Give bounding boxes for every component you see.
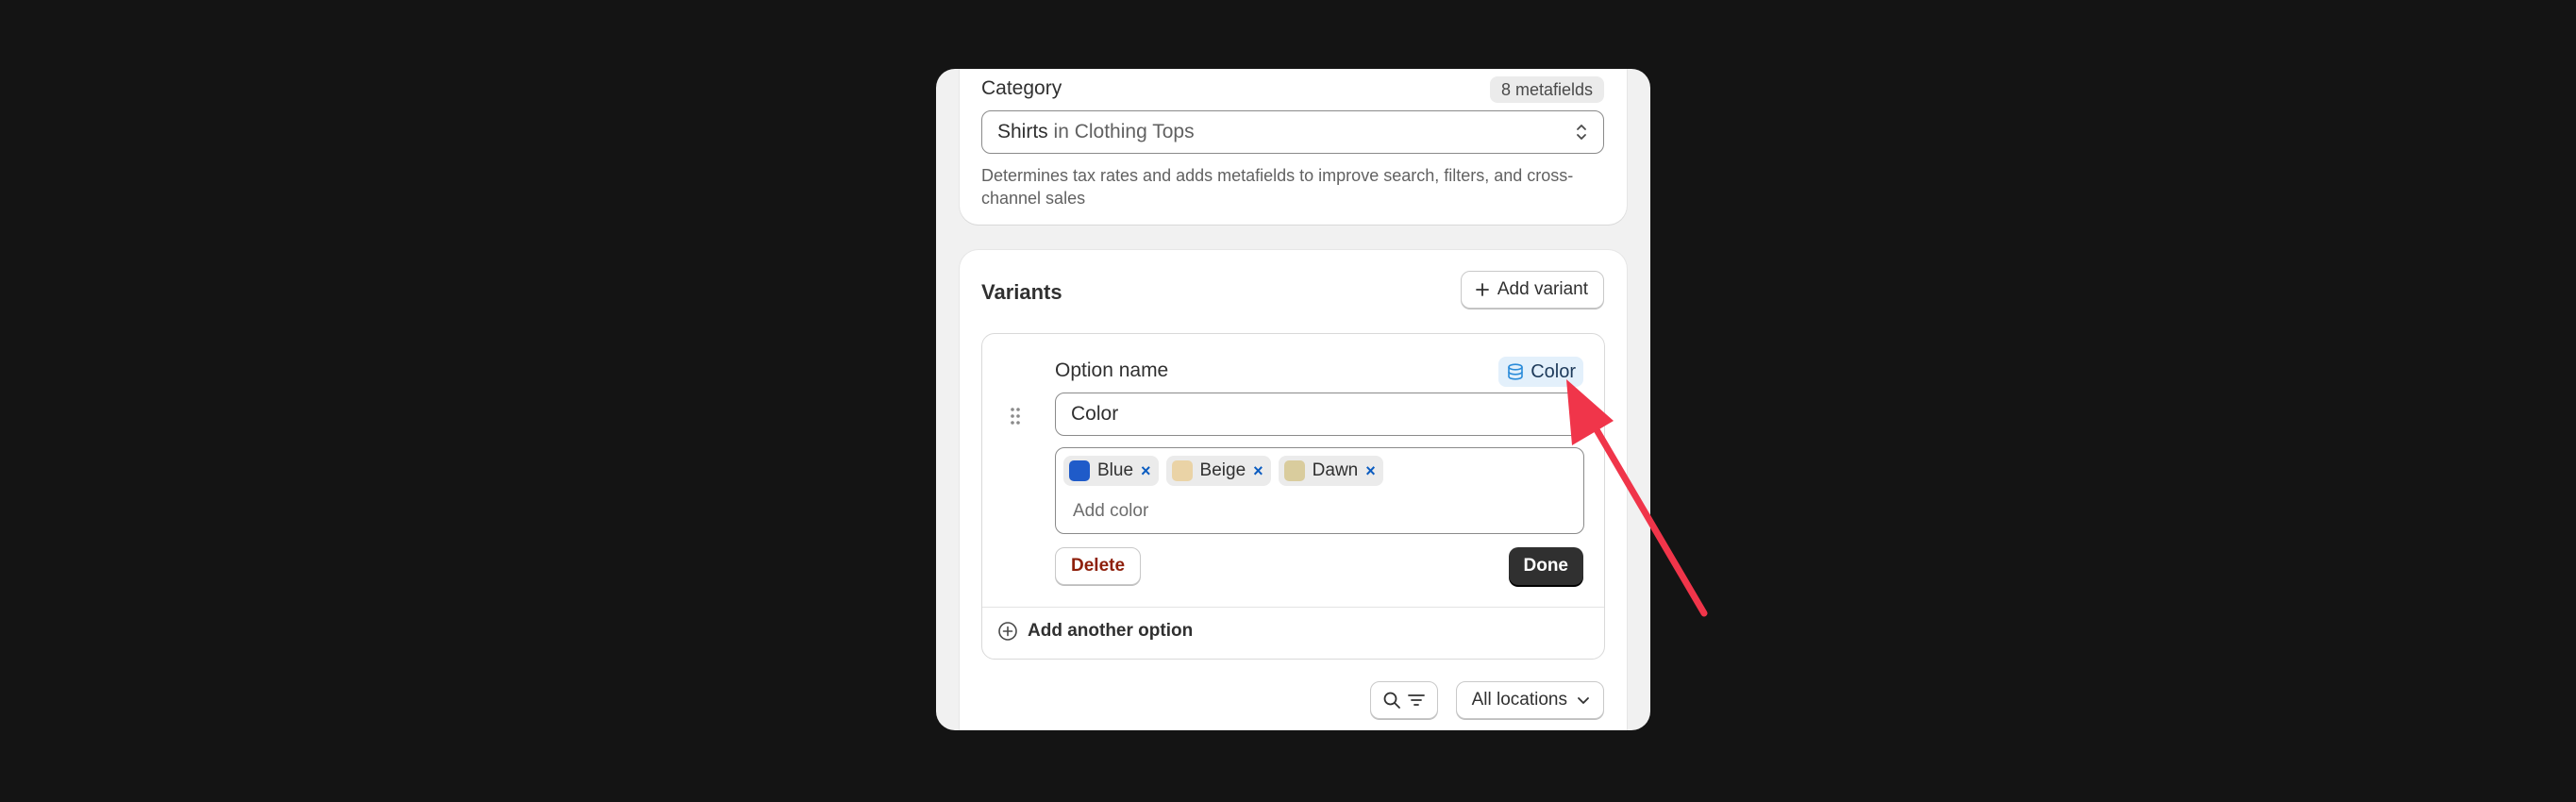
color-swatch — [1171, 460, 1193, 481]
drag-handle-icon[interactable] — [1009, 406, 1022, 426]
delete-option-button[interactable]: Delete — [1055, 547, 1142, 585]
remove-chip-icon[interactable]: × — [1365, 461, 1376, 481]
plus-icon — [1475, 283, 1489, 296]
value-chip-dawn: Dawn × — [1278, 456, 1383, 486]
done-button[interactable]: Done — [1508, 547, 1583, 585]
category-help-text: Determines tax rates and adds metafields… — [981, 166, 1574, 208]
product-editor-panel: Category 8 metafields Shirts in Clothing… — [936, 69, 1650, 730]
option-values-field[interactable]: Blue × Beige × Dawn × Add color — [1055, 447, 1584, 534]
metafields-badge[interactable]: 8 metafields — [1489, 76, 1604, 103]
chip-label: Beige — [1199, 460, 1246, 480]
category-select[interactable]: Shirts in Clothing Tops — [981, 110, 1604, 154]
filter-icon — [1408, 694, 1425, 706]
category-context: in Clothing Tops — [1047, 121, 1195, 142]
remove-chip-icon[interactable]: × — [1253, 461, 1263, 481]
metafield-badge-label: Color — [1531, 360, 1576, 382]
search-icon — [1383, 692, 1400, 709]
locations-select[interactable]: All locations — [1455, 681, 1604, 719]
variants-card: Variants Add variant Option name Color C… — [960, 250, 1627, 730]
option-name-input[interactable]: Color — [1055, 393, 1584, 436]
value-chip-beige: Beige × — [1165, 456, 1271, 486]
metafield-color-badge[interactable]: Color — [1498, 357, 1583, 387]
chip-label: Dawn — [1312, 460, 1359, 480]
add-variant-label: Add variant — [1497, 279, 1588, 299]
variants-title: Variants — [981, 280, 1062, 304]
chevron-updown-icon — [1577, 125, 1586, 140]
color-swatch — [1069, 460, 1090, 481]
category-label: Category — [981, 77, 1062, 99]
add-variant-button[interactable]: Add variant — [1460, 271, 1604, 309]
chip-label: Blue — [1097, 460, 1134, 480]
option-editor: Option name Color Color Blue × Beige × D… — [981, 333, 1605, 660]
add-color-placeholder[interactable]: Add color — [1073, 501, 1148, 522]
plus-circle-icon — [998, 622, 1017, 641]
category-value: Shirts — [997, 121, 1048, 142]
color-swatch — [1283, 460, 1305, 481]
add-another-option-button[interactable]: Add another option — [997, 621, 1193, 642]
option-name-label: Option name — [1055, 359, 1169, 381]
remove-chip-icon[interactable]: × — [1141, 461, 1151, 481]
locations-label: All locations — [1471, 690, 1567, 710]
category-card: Category 8 metafields Shirts in Clothing… — [960, 69, 1627, 225]
add-another-option-label: Add another option — [1028, 621, 1194, 641]
search-filter-button[interactable] — [1370, 681, 1438, 719]
divider — [982, 607, 1604, 608]
chevron-down-icon — [1578, 697, 1589, 704]
value-chip-blue: Blue × — [1063, 456, 1159, 486]
database-icon — [1508, 363, 1524, 380]
